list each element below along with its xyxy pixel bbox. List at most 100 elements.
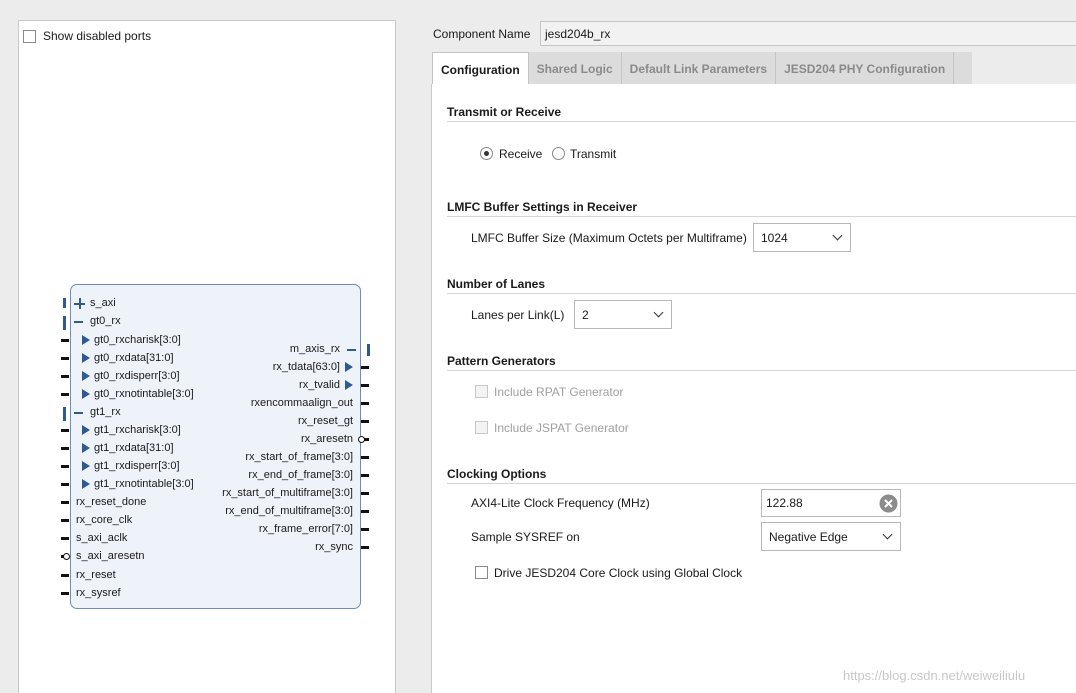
clear-icon[interactable] xyxy=(879,494,898,513)
port-pin xyxy=(61,592,69,595)
section-divider xyxy=(447,121,1076,122)
port-pin xyxy=(61,501,69,504)
port-pin xyxy=(361,420,369,423)
port-arrow-icon xyxy=(82,353,90,363)
left-port-label[interactable]: rx_sysref xyxy=(76,587,121,599)
section-title-transmit-receive: Transmit or Receive xyxy=(447,105,562,119)
section-divider xyxy=(447,216,1076,217)
left-port-label[interactable]: gt0_rxdata[31:0] xyxy=(94,352,174,364)
left-port-label[interactable]: gt1_rxnotintable[3:0] xyxy=(94,478,194,490)
left-port-label[interactable]: s_axi_aclk xyxy=(76,532,127,544)
jspat-checkbox[interactable] xyxy=(475,421,488,434)
axi-clock-label: AXI4-Lite Clock Frequency (MHz) xyxy=(471,496,650,510)
right-port-label[interactable]: rx_start_of_multiframe[3:0] xyxy=(222,487,353,499)
section-title-clocking: Clocking Options xyxy=(447,467,547,481)
lanes-per-link-select[interactable]: 2 xyxy=(574,300,672,329)
rpat-label: Include RPAT Generator xyxy=(494,385,624,399)
port-arrow-icon xyxy=(345,380,353,390)
right-port-label[interactable]: rx_frame_error[7:0] xyxy=(259,523,353,535)
port-arrow-icon xyxy=(82,479,90,489)
right-port-label[interactable]: rx_reset_gt xyxy=(298,415,353,427)
receive-label: Receive xyxy=(499,147,543,161)
receive-radio[interactable] xyxy=(480,147,493,160)
section-title-pattern-generators: Pattern Generators xyxy=(447,354,556,368)
port-pin xyxy=(361,402,369,405)
left-port-label[interactable]: rx_reset_done xyxy=(76,496,146,508)
block-diagram-panel: Show disabled ports s_axi gt0_rx gt0_rxcha… xyxy=(18,20,396,693)
section-divider xyxy=(447,293,1076,294)
bus-pin xyxy=(63,407,66,421)
component-name-input[interactable]: jesd204b_rx xyxy=(540,21,1076,46)
right-port-label[interactable]: rx_end_of_frame[3:0] xyxy=(248,469,353,481)
axi-clock-input[interactable]: 122.88 xyxy=(761,489,901,517)
bus-pin xyxy=(63,316,66,330)
port-pin xyxy=(61,519,69,522)
lmfc-buffer-size-label: LMFC Buffer Size (Maximum Octets per Mul… xyxy=(471,231,747,245)
bus-expand-icon[interactable] xyxy=(74,298,85,309)
right-port-label[interactable]: rx_start_of_frame[3:0] xyxy=(245,451,353,463)
left-port-label[interactable]: s_axi xyxy=(90,297,116,309)
left-port-label[interactable]: gt0_rxnotintable[3:0] xyxy=(94,388,194,400)
active-low-bubble-icon xyxy=(358,436,365,443)
transmit-radio[interactable] xyxy=(552,147,565,160)
tab-bar: Configuration Shared Logic Default Link … xyxy=(432,52,972,84)
right-port-label[interactable]: rx_end_of_multiframe[3:0] xyxy=(225,505,353,517)
rpat-checkbox[interactable] xyxy=(475,385,488,398)
jspat-label: Include JSPAT Generator xyxy=(494,421,629,435)
component-name-label: Component Name xyxy=(433,27,531,41)
section-divider xyxy=(447,370,1076,371)
bus-pin xyxy=(367,344,370,356)
left-port-label[interactable]: rx_core_clk xyxy=(76,514,132,526)
tab-jesd204-phy-configuration[interactable]: JESD204 PHY Configuration xyxy=(776,52,955,84)
lanes-per-link-value: 2 xyxy=(582,308,589,322)
show-disabled-ports-checkbox[interactable] xyxy=(23,29,36,43)
right-port-label[interactable]: rx_sync xyxy=(315,541,353,553)
bus-collapse-icon[interactable] xyxy=(74,321,83,323)
port-pin xyxy=(61,393,69,396)
port-arrow-icon xyxy=(82,425,90,435)
left-port-label[interactable]: s_axi_aresetn xyxy=(76,550,145,562)
left-port-label[interactable]: gt0_rxdisperr[3:0] xyxy=(94,370,180,382)
left-port-label[interactable]: gt1_rxdata[31:0] xyxy=(94,442,174,454)
left-port-label[interactable]: gt1_rxcharisk[3:0] xyxy=(94,424,181,436)
port-arrow-icon xyxy=(82,443,90,453)
lanes-per-link-label: Lanes per Link(L) xyxy=(471,308,565,322)
tab-default-link-parameters[interactable]: Default Link Parameters xyxy=(622,52,777,84)
section-title-number-of-lanes: Number of Lanes xyxy=(447,277,546,291)
settings-panel: Component Name jesd204b_rx Configuration… xyxy=(403,0,1076,693)
watermark: https://blog.csdn.net/weiweiliulu xyxy=(843,668,1026,683)
right-port-label[interactable]: rx_tdata[63:0] xyxy=(273,361,340,373)
sysref-edge-select[interactable]: Negative Edge xyxy=(761,522,901,551)
left-port-label[interactable]: gt0_rxcharisk[3:0] xyxy=(94,334,181,346)
port-pin xyxy=(61,537,69,540)
bus-collapse-icon[interactable] xyxy=(74,412,83,414)
ip-block-symbol[interactable]: s_axi gt0_rx gt0_rxcharisk[3:0] gt0_rxdata[… xyxy=(61,284,370,609)
right-port-label[interactable]: rx_tvalid xyxy=(299,379,340,391)
port-arrow-icon xyxy=(82,371,90,381)
chevron-down-icon xyxy=(882,529,893,540)
right-port-label[interactable]: m_axis_rx xyxy=(290,343,340,355)
chevron-down-icon xyxy=(653,307,664,318)
left-port-label[interactable]: gt1_rx xyxy=(90,406,121,418)
port-pin xyxy=(61,447,69,450)
left-port-label[interactable]: rx_reset xyxy=(76,569,116,581)
port-pin xyxy=(361,474,369,477)
bus-collapse-icon[interactable] xyxy=(347,349,356,351)
lmfc-buffer-size-select[interactable]: 1024 xyxy=(753,223,851,252)
right-port-label[interactable]: rx_aresetn xyxy=(301,433,353,445)
section-divider xyxy=(447,483,1076,484)
tab-shared-logic[interactable]: Shared Logic xyxy=(529,52,622,84)
port-pin xyxy=(61,429,69,432)
right-port-label[interactable]: rxencommaalign_out xyxy=(251,397,353,409)
port-pin xyxy=(61,357,69,360)
left-port-label[interactable]: gt0_rx xyxy=(90,315,121,327)
show-disabled-ports-toggle[interactable]: Show disabled ports xyxy=(23,29,151,43)
port-arrow-icon xyxy=(82,461,90,471)
section-title-lmfc: LMFC Buffer Settings in Receiver xyxy=(447,200,638,214)
port-pin xyxy=(61,375,69,378)
tab-configuration[interactable]: Configuration xyxy=(432,52,529,84)
port-pin xyxy=(61,574,69,577)
left-port-label[interactable]: gt1_rxdisperr[3:0] xyxy=(94,460,180,472)
axi-clock-value: 122.88 xyxy=(766,496,803,510)
global-clock-checkbox[interactable] xyxy=(475,566,488,579)
